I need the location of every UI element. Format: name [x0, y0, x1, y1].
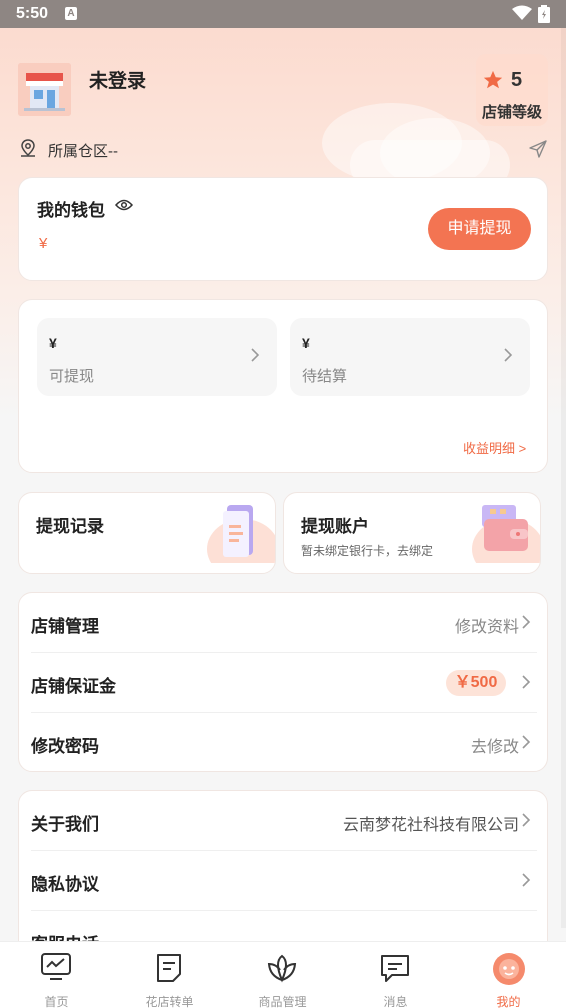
store-level-label: 店铺等级 — [482, 104, 543, 121]
storefront-icon — [18, 63, 71, 116]
tab-label: 我的 — [496, 995, 521, 1008]
tab-label: 花店转单 — [145, 995, 194, 1008]
tab-home[interactable]: 首页 — [0, 942, 113, 1008]
store-menu-card: 店铺管理 修改资料 店铺保证金 ￥500 修改密码 去修改 — [18, 592, 548, 772]
withdraw-records-card[interactable]: 提现记录 — [18, 492, 276, 574]
store-name[interactable]: 未登录 — [89, 66, 146, 93]
menu-row-change-password[interactable]: 修改密码 去修改 — [19, 713, 547, 771]
star-icon — [483, 70, 503, 89]
bottom-tab-bar: 首页 花店转单 商品管理 消息 我的 — [0, 941, 566, 1008]
flower-icon — [267, 954, 297, 983]
store-level-badge[interactable]: 5 店铺等级 — [476, 54, 548, 126]
tab-product-management[interactable]: 商品管理 — [226, 942, 339, 1008]
menu-row-label: 店铺保证金 — [31, 677, 116, 696]
menu-row-about-us[interactable]: 关于我们 云南梦花社科技有限公司 — [19, 791, 547, 851]
message-icon — [381, 955, 409, 982]
withdraw-account-card[interactable]: 提现账户 暂未绑定银行卡，去绑定 — [283, 492, 541, 574]
wallet-card: 我的钱包 ¥ 申请提现 — [18, 177, 548, 281]
battery-icon — [538, 5, 550, 23]
chevron-right-icon — [522, 675, 531, 689]
pending-balance-box[interactable]: ¥ 待结算 — [290, 318, 530, 396]
chevron-right-icon — [504, 348, 513, 362]
available-label: 可提现 — [49, 368, 95, 385]
menu-row-value: 修改资料 — [454, 619, 519, 636]
scrollbar[interactable] — [561, 28, 566, 928]
chevron-right-icon — [522, 615, 531, 629]
notification-a-icon: A — [65, 7, 77, 20]
navigate-icon[interactable] — [528, 139, 548, 159]
menu-row-label: 修改密码 — [31, 737, 99, 756]
wallet-title: 我的钱包 — [37, 201, 105, 220]
tab-mine[interactable]: 我的 — [452, 942, 565, 1008]
available-balance-box[interactable]: ¥ 可提现 — [37, 318, 277, 396]
deposit-amount-badge: ￥500 — [446, 670, 506, 696]
tab-label: 消息 — [383, 995, 408, 1008]
eye-icon[interactable] — [115, 198, 133, 212]
tab-label: 首页 — [44, 995, 69, 1008]
monitor-icon — [41, 953, 71, 980]
tab-label: 商品管理 — [258, 995, 307, 1008]
wallet-amount: ¥ — [39, 235, 48, 252]
chevron-right-icon — [251, 348, 260, 362]
menu-row-store-deposit[interactable]: 店铺保证金 ￥500 — [19, 653, 547, 713]
earnings-card: ¥ 可提现 ¥ 待结算 收益明细 > — [18, 299, 548, 473]
apply-withdraw-button[interactable]: 申请提现 — [428, 208, 531, 250]
region-label: 所属仓区-- — [48, 143, 118, 160]
chevron-right-icon — [522, 813, 531, 827]
store-avatar[interactable] — [18, 63, 71, 116]
menu-row-label: 隐私协议 — [31, 875, 99, 894]
menu-row-label: 关于我们 — [31, 815, 99, 834]
chevron-right-icon — [522, 735, 531, 749]
wallet-illustration-icon — [472, 505, 540, 563]
tab-transfer-orders[interactable]: 花店转单 — [113, 942, 226, 1008]
region-row[interactable]: 所属仓区-- — [18, 138, 548, 160]
avatar-icon — [493, 953, 525, 985]
available-amount: ¥ — [49, 335, 57, 351]
withdraw-records-title: 提现记录 — [36, 517, 104, 536]
wifi-icon — [512, 5, 532, 20]
menu-row-privacy-policy[interactable]: 隐私协议 — [19, 851, 547, 911]
document-icon — [157, 954, 181, 982]
status-bar: 5:50 A — [0, 0, 566, 28]
about-menu-card: 关于我们 云南梦花社科技有限公司 隐私协议 客服电话 — [18, 790, 548, 960]
chevron-right-icon — [522, 873, 531, 887]
status-time: 5:50 — [16, 5, 49, 22]
menu-row-value: 去修改 — [470, 739, 519, 756]
withdraw-account-subtitle: 暂未绑定银行卡，去绑定 — [301, 544, 434, 558]
tab-messages[interactable]: 消息 — [339, 942, 452, 1008]
withdraw-account-title: 提现账户 — [301, 517, 369, 536]
menu-row-label: 店铺管理 — [31, 617, 99, 636]
menu-row-store-management[interactable]: 店铺管理 修改资料 — [19, 593, 547, 653]
pending-label: 待结算 — [302, 368, 348, 385]
store-level-value: 5 — [511, 69, 523, 91]
phone-illustration-icon — [207, 505, 275, 563]
pending-amount: ¥ — [302, 335, 310, 351]
menu-row-value: 云南梦花社科技有限公司 — [342, 817, 519, 834]
location-pin-icon — [21, 139, 35, 157]
earnings-detail-link[interactable]: 收益明细 > — [463, 438, 526, 457]
